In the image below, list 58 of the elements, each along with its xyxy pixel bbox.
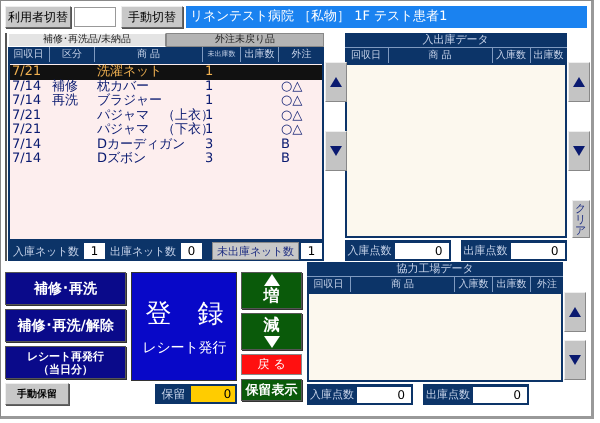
up-arrow-icon [330, 77, 342, 87]
decrease-button[interactable]: 減 [241, 313, 302, 350]
scroll-down-button[interactable] [325, 131, 347, 171]
user-switch-button[interactable]: 利用者切替 [5, 6, 71, 28]
count-value: 0 [357, 386, 411, 402]
count-value: 0 [510, 242, 564, 258]
scroll-down-button[interactable] [568, 131, 590, 171]
count-value: 1 [301, 243, 322, 259]
scroll-up-button[interactable] [325, 62, 347, 102]
column-header: 外注 [290, 48, 312, 62]
increase-button[interactable]: 増 [241, 272, 302, 309]
count-value: 0 [181, 243, 202, 259]
count-value: 0 [473, 386, 527, 402]
count-label: 入庫ネット数 [12, 244, 80, 258]
count-label: 出庫点数 [462, 243, 508, 258]
tab[interactable]: 外注未戻り品 [166, 33, 324, 47]
user-input-field[interactable] [74, 7, 116, 27]
back-button[interactable]: 戻 る [241, 354, 302, 375]
action-button[interactable]: 補修･再洗 [5, 272, 126, 305]
action-button[interactable]: レシート再発行 （当日分） [5, 346, 126, 379]
list-row[interactable]: 7/14 Dカーディガン 3 B [10, 138, 322, 152]
tab[interactable]: 補修･再洗品/未納品 [8, 33, 166, 47]
scroll-up-button[interactable] [568, 62, 590, 102]
count-label: 入庫点数 [346, 243, 392, 258]
manual-switch-button[interactable]: 手動切替 [121, 6, 183, 28]
list-row[interactable]: 7/21 パジャマ （下衣） 1 ○△ [10, 123, 322, 138]
clear-button[interactable]: クリア [572, 200, 590, 238]
hold-display-button[interactable]: 保留表示 [241, 379, 302, 401]
column-header: 出庫数 [532, 48, 564, 63]
up-arrow-icon [264, 274, 280, 286]
manual-hold-button[interactable]: 手動保留 [5, 383, 69, 405]
panel-title: 入出庫データ [344, 33, 566, 48]
down-arrow-icon [569, 355, 581, 365]
hold-label: 保留 [160, 386, 186, 402]
register-button[interactable]: 登 録 レシート発行 [131, 272, 238, 381]
hold-value: 0 [191, 386, 236, 402]
count-label: 出庫ネット数 [109, 244, 177, 258]
list-row[interactable]: 7/21 パジャマ （上衣） 1 ○△ [10, 108, 322, 123]
scroll-down-button[interactable] [564, 340, 586, 380]
action-button[interactable]: 補修･再洗/解除 [5, 309, 126, 342]
column-header: 外注 [536, 278, 558, 292]
list-row[interactable]: 7/14 補修 枕カバー 1 ○△ [10, 80, 322, 94]
scroll-up-button[interactable] [564, 292, 586, 332]
up-arrow-icon [572, 77, 584, 87]
count-label: 入庫点数 [309, 387, 355, 402]
count-label: 出庫点数 [425, 387, 471, 402]
list-row[interactable]: 7/14 再洗 ブラジャー 1 ○△ [10, 94, 322, 108]
count-value: 1 [84, 243, 105, 259]
list-row[interactable]: 7/21 洗濯ネット 1 [10, 65, 322, 80]
panel-title: 協力工場データ [307, 262, 563, 277]
window-title: リネンテスト病院 ［私物］ 1F テスト患者1 [186, 6, 587, 28]
count-value: 0 [394, 242, 448, 258]
unshipped-net-count-button[interactable]: 未出庫ネット数 [212, 242, 299, 260]
list-row[interactable]: 7/14 Dズボン 3 B [10, 152, 322, 166]
down-arrow-icon [330, 146, 342, 156]
down-arrow-icon [264, 336, 280, 348]
up-arrow-icon [569, 307, 581, 317]
down-arrow-icon [572, 146, 584, 156]
